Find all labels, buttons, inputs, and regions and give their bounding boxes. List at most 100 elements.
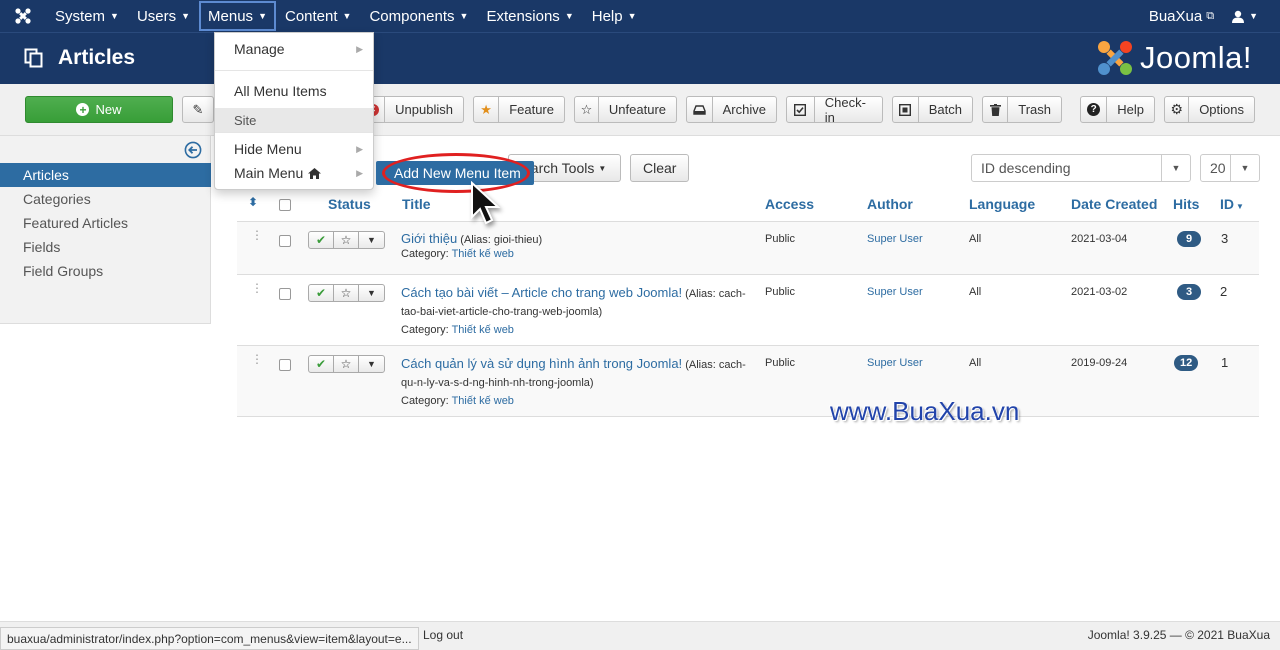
- trash-label: Trash: [1018, 102, 1051, 117]
- col-hits[interactable]: Hits: [1173, 196, 1199, 212]
- sidebar-item-categories[interactable]: Categories: [0, 187, 211, 211]
- nav-help[interactable]: Help ▼: [583, 0, 646, 32]
- menu-item-hide-menu[interactable]: Hide Menu ▶: [215, 137, 373, 161]
- sidebar-collapse-icon[interactable]: [184, 141, 202, 162]
- caret-down-icon[interactable]: ▼: [359, 356, 384, 372]
- menu-divider: [215, 132, 373, 133]
- caret-down-icon[interactable]: ▼: [359, 285, 384, 301]
- featured-star-icon[interactable]: ☆: [334, 285, 359, 301]
- sidebar-item-label: Featured Articles: [23, 215, 129, 231]
- menu-item-manage[interactable]: Manage ▶: [215, 37, 373, 61]
- nav-system[interactable]: System ▼: [46, 0, 128, 32]
- category-prefix: Category:: [401, 324, 449, 336]
- options-button[interactable]: ⚙ Options: [1164, 96, 1255, 123]
- menu-item-main-menu[interactable]: Main Menu ▶: [215, 161, 373, 185]
- id-cell: 3: [1221, 231, 1229, 246]
- col-status[interactable]: Status: [328, 196, 371, 212]
- menu-item-all-menu-items[interactable]: All Menu Items: [215, 79, 373, 103]
- sidebar-item-fields[interactable]: Fields: [0, 235, 211, 259]
- access-cell: Public: [765, 357, 795, 369]
- sidebar-item-articles[interactable]: Articles: [0, 163, 211, 187]
- nav-menus[interactable]: Menus ▼: [199, 1, 276, 31]
- category-prefix: Category:: [401, 248, 449, 260]
- home-icon: [308, 167, 322, 179]
- category-link[interactable]: Thiết kế web: [452, 395, 514, 407]
- mouse-cursor-icon: [470, 180, 504, 232]
- published-check-icon[interactable]: ✔: [309, 356, 334, 372]
- unpublish-button[interactable]: ✕ Unpublish: [360, 96, 464, 123]
- chevron-right-icon: ▶: [356, 167, 363, 178]
- unfeature-button[interactable]: ☆ Unfeature: [574, 96, 677, 123]
- options-label: Options: [1199, 102, 1244, 117]
- nav-users-label: Users: [136, 7, 177, 25]
- title-cell: Cách quản lý và sử dụng hình ảnh trong J…: [401, 355, 751, 410]
- author-link[interactable]: Super User: [867, 357, 923, 369]
- sidebar-item-label: Categories: [23, 191, 91, 207]
- new-button[interactable]: + New: [25, 96, 173, 123]
- nav-users[interactable]: Users ▼: [128, 0, 199, 32]
- article-title-link[interactable]: Giới thiệu: [401, 231, 457, 246]
- col-author[interactable]: Author: [867, 196, 913, 212]
- user-menu[interactable]: ▼: [1223, 0, 1280, 32]
- caret-down-icon: ▼: [1249, 11, 1258, 21]
- language-cell: All: [969, 233, 982, 245]
- col-title[interactable]: Title: [402, 196, 431, 212]
- copy-icon: [24, 48, 44, 68]
- sidebar-item-label: Fields: [23, 239, 61, 255]
- author-link[interactable]: Super User: [867, 286, 923, 298]
- drag-handle-icon[interactable]: ⋮: [251, 353, 263, 365]
- menu-item-label: Manage: [234, 41, 285, 57]
- nav-components[interactable]: Components ▼: [360, 0, 477, 32]
- row-checkbox[interactable]: [279, 288, 291, 300]
- archive-button[interactable]: Archive: [686, 96, 777, 123]
- col-access[interactable]: Access: [765, 196, 814, 212]
- col-id[interactable]: ID ▼: [1220, 196, 1244, 212]
- nav-extensions[interactable]: Extensions ▼: [477, 0, 582, 32]
- chevron-down-icon: ▼: [1230, 155, 1259, 181]
- drag-handle-icon[interactable]: ⋮: [251, 229, 263, 241]
- ordering-select[interactable]: ID descending ▼: [971, 154, 1191, 182]
- sort-ordering-icon[interactable]: ⬍: [248, 195, 258, 209]
- category-line: Category: Thiết kế web: [401, 321, 751, 339]
- joomla-brand: Joomla!: [1096, 39, 1252, 77]
- hits-badge: 9: [1177, 231, 1201, 247]
- caret-down-icon: ▼: [258, 11, 267, 21]
- published-check-icon[interactable]: ✔: [309, 285, 334, 301]
- category-link[interactable]: Thiết kế web: [452, 248, 514, 260]
- published-check-icon[interactable]: ✔: [309, 232, 334, 248]
- batch-button[interactable]: Batch: [892, 96, 973, 123]
- col-date-created[interactable]: Date Created: [1071, 196, 1157, 212]
- trash-button[interactable]: Trash: [982, 96, 1062, 123]
- joomla-logo-icon[interactable]: [0, 0, 46, 32]
- caret-down-icon: ▼: [598, 163, 607, 173]
- caret-down-icon[interactable]: ▼: [359, 232, 384, 248]
- drag-handle-icon[interactable]: ⋮: [251, 282, 263, 294]
- edit-button[interactable]: ✎: [182, 96, 214, 123]
- article-title-link[interactable]: Cách quản lý và sử dụng hình ảnh trong J…: [401, 356, 682, 371]
- sidebar-item-field-groups[interactable]: Field Groups: [0, 259, 211, 283]
- view-site-link[interactable]: BuaXua ⧉: [1140, 0, 1223, 32]
- featured-star-icon[interactable]: ☆: [334, 356, 359, 372]
- alias-text-continued: tao-bai-viet-article-cho-trang-web-jooml…: [401, 306, 603, 318]
- checkin-button[interactable]: Check-in: [786, 95, 883, 125]
- article-title-link[interactable]: Cách tạo bài viết – Article cho trang we…: [401, 285, 682, 300]
- clear-button[interactable]: Clear: [630, 154, 690, 182]
- row-checkbox[interactable]: [279, 359, 291, 371]
- list-limit-select[interactable]: 20 ▼: [1200, 154, 1260, 182]
- check-all-checkbox[interactable]: [279, 199, 291, 211]
- ordering-value: ID descending: [981, 160, 1071, 176]
- logout-link[interactable]: Log out: [423, 628, 463, 642]
- id-cell: 2: [1220, 284, 1228, 299]
- feature-button[interactable]: ★ Feature: [473, 96, 565, 123]
- menu-header-site: Site: [215, 108, 373, 132]
- author-link[interactable]: Super User: [867, 233, 923, 245]
- featured-star-icon[interactable]: ☆: [334, 232, 359, 248]
- row-checkbox[interactable]: [279, 235, 291, 247]
- help-button[interactable]: ? Help: [1080, 96, 1155, 123]
- nav-content[interactable]: Content ▼: [276, 0, 360, 32]
- category-link[interactable]: Thiết kế web: [452, 324, 514, 336]
- sidebar-item-featured-articles[interactable]: Featured Articles: [0, 211, 211, 235]
- col-language[interactable]: Language: [969, 196, 1035, 212]
- watermark-text: www.BuaXua.vn: [830, 396, 1020, 426]
- browser-status-url: buaxua/administrator/index.php?option=co…: [0, 627, 419, 650]
